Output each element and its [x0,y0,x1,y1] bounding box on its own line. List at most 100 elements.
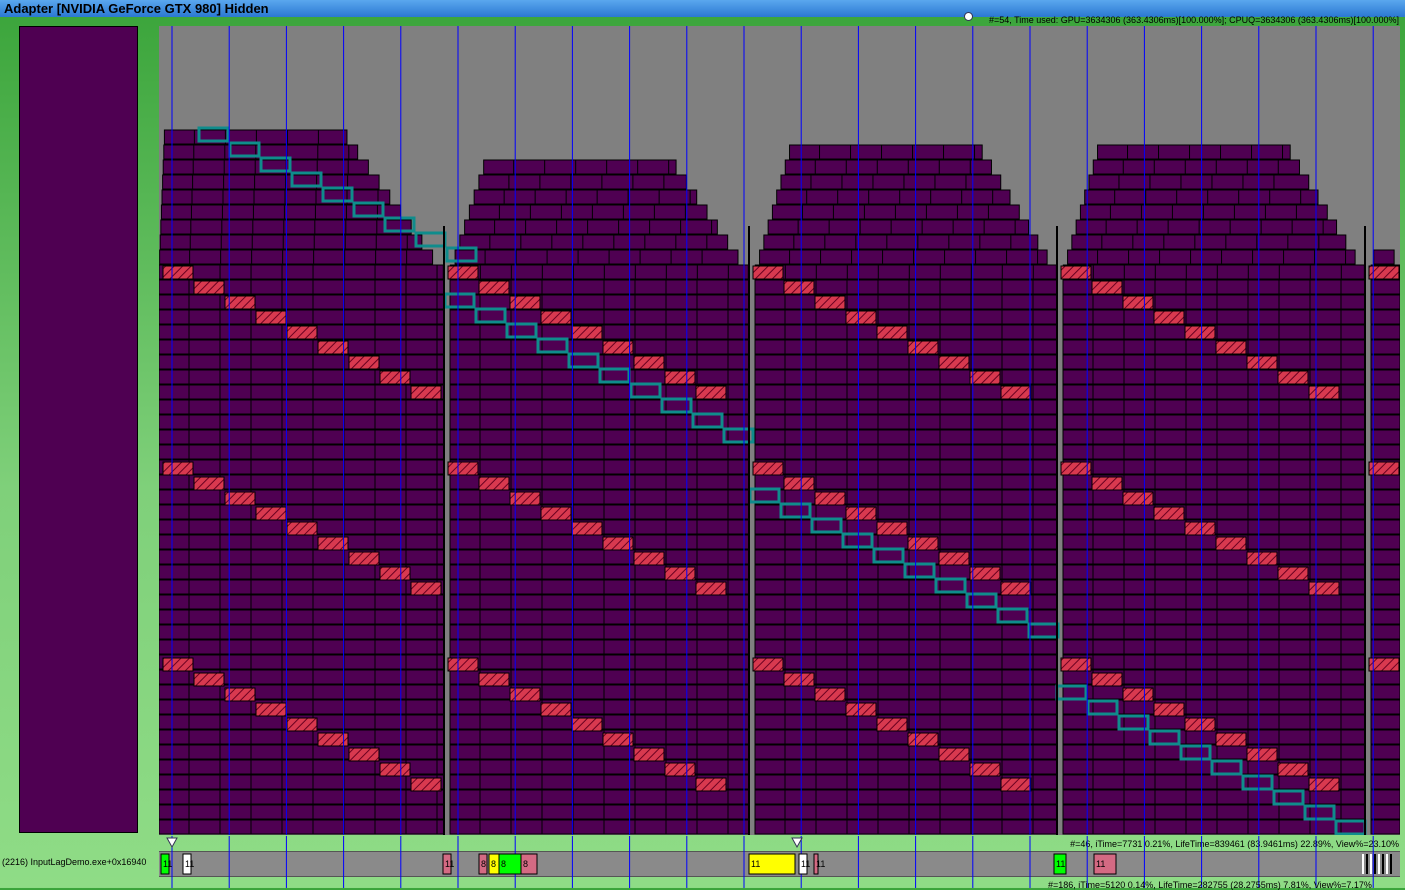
present-packet[interactable] [478,476,510,491]
gpu-packet-row[interactable] [1062,399,1366,415]
gpu-packet-row[interactable] [449,594,750,610]
gpu-packet-row[interactable] [1370,714,1400,730]
gpu-packet-row[interactable] [1370,414,1400,430]
present-packet[interactable] [348,551,380,566]
present-packet[interactable] [1060,265,1092,280]
present-packet[interactable] [447,265,479,280]
gpu-packet-row[interactable] [1370,324,1400,340]
gpu-packet-row[interactable] [1062,819,1366,835]
gpu-packet-row[interactable] [1370,744,1400,760]
gpu-packet-row[interactable] [449,804,750,820]
gpu-packet-row[interactable] [1088,174,1310,190]
present-packet[interactable] [348,747,380,762]
gpu-packet-row[interactable] [449,264,749,280]
gpu-packet-row[interactable] [464,219,718,235]
present-packet[interactable] [938,747,970,762]
gpu-packet-row[interactable] [1370,624,1400,640]
gpu-packet-row[interactable] [1370,579,1400,595]
present-packet[interactable] [969,566,1001,581]
gpu-packet-row[interactable] [449,624,750,640]
present-packet[interactable] [509,491,541,506]
gpu-packet-row[interactable] [1062,414,1366,430]
present-packet[interactable] [938,551,970,566]
present-packet[interactable] [752,265,784,280]
present-packet[interactable] [162,265,194,280]
gpu-packet-row[interactable] [449,819,750,835]
present-packet[interactable] [1277,762,1309,777]
gpu-packet-row[interactable] [1370,399,1400,415]
gpu-packet-row[interactable] [1062,789,1366,805]
gpu-packet-row[interactable] [1062,369,1366,385]
gpu-packet-row[interactable] [754,744,1058,760]
present-packet[interactable] [969,370,1001,385]
present-packet[interactable] [1122,491,1154,506]
present-packet[interactable] [1060,461,1092,476]
present-packet[interactable] [255,310,287,325]
gpu-packet-row[interactable] [1062,609,1366,625]
gpu-packet-row[interactable] [754,264,1057,280]
gpu-queue-timeline[interactable] [159,26,1400,835]
gpu-packet-row[interactable] [1062,684,1366,700]
gpu-packet-row[interactable] [1370,639,1400,655]
present-packet[interactable] [633,355,665,370]
gpu-packet-row[interactable] [449,759,750,775]
present-packet[interactable] [193,280,225,295]
gpu-packet-row[interactable] [1062,309,1366,325]
present-packet[interactable] [478,280,510,295]
gpu-packet-row[interactable] [1370,774,1400,790]
present-packet[interactable] [1000,385,1032,400]
gpu-packet-row[interactable] [754,354,1058,370]
gpu-packet-row[interactable] [159,234,423,250]
present-packet[interactable] [876,717,908,732]
gpu-packet-row[interactable] [1062,729,1366,745]
present-packet[interactable] [379,566,411,581]
gpu-packet-row[interactable] [449,699,750,715]
gpu-packet-row[interactable] [1370,699,1400,715]
present-packet[interactable] [447,461,479,476]
gpu-packet-row[interactable] [1370,534,1400,550]
gpu-packet-row[interactable] [754,549,1058,565]
present-packet[interactable] [907,536,939,551]
present-packet[interactable] [1060,657,1092,672]
gpu-packet-row[interactable] [1370,729,1400,745]
present-packet[interactable] [286,521,318,536]
gpu-packet-row[interactable] [449,729,750,745]
present-packet[interactable] [1153,506,1185,521]
present-packet[interactable] [509,687,541,702]
present-packet[interactable] [695,777,727,792]
gpu-packet-row[interactable] [1370,564,1400,580]
gpu-packet-row[interactable] [1092,159,1300,175]
gpu-packet-row[interactable] [1370,444,1400,460]
present-packet[interactable] [1308,581,1340,596]
gpu-packet-row[interactable] [1373,249,1395,265]
gpu-packet-row[interactable] [1062,549,1366,565]
gpu-packet-row[interactable] [449,564,750,580]
present-packet[interactable] [633,747,665,762]
present-packet[interactable] [410,385,442,400]
gpu-packet-row[interactable] [459,234,729,250]
present-packet[interactable] [162,461,194,476]
present-packet[interactable] [695,581,727,596]
present-packet[interactable] [1277,566,1309,581]
gpu-packet-row[interactable] [1370,474,1400,490]
gpu-packet-row[interactable] [449,504,750,520]
present-packet[interactable] [255,506,287,521]
gpu-packet-row[interactable] [1062,504,1366,520]
present-packet[interactable] [410,581,442,596]
gpu-packet-row[interactable] [1370,789,1400,805]
present-packet[interactable] [1153,702,1185,717]
gpu-packet-row[interactable] [754,624,1058,640]
gpu-packet-row[interactable] [754,759,1058,775]
present-packet[interactable] [752,461,784,476]
gpu-packet-row[interactable] [1370,384,1400,400]
gpu-packet-row[interactable] [754,339,1058,355]
present-packet[interactable] [540,310,572,325]
present-packet[interactable] [1153,310,1185,325]
present-packet[interactable] [1308,777,1340,792]
gpu-packet-row[interactable] [1370,609,1400,625]
present-packet[interactable] [845,702,877,717]
present-packet[interactable] [695,385,727,400]
present-packet[interactable] [571,521,603,536]
gpu-packet-row[interactable] [449,549,750,565]
gpu-packet-row[interactable] [784,159,992,175]
